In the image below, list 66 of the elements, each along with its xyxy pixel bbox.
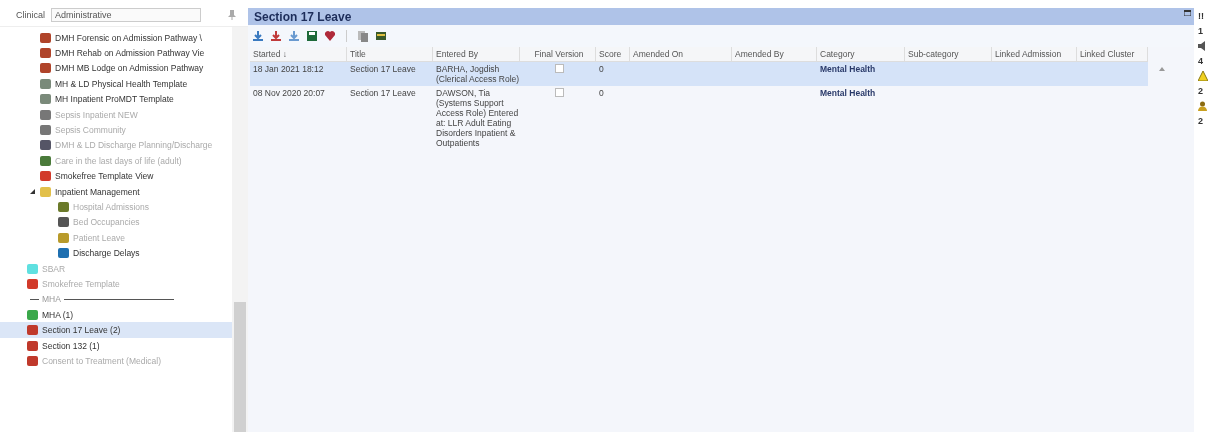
table-cell-text: DAWSON, Tia (Systems Support Access Role) Entered at: LLR Adult Eating Disorders Inpatient & Outpatients	[435, 88, 520, 148]
tree-item[interactable]: Smokefree Template View	[55, 171, 154, 182]
table-cell-text: Section 17 Leave	[349, 88, 417, 98]
tree-item-label: Consent to Treatment (Medical)	[42, 355, 162, 366]
alert-count: 2	[1198, 116, 1203, 126]
column-header[interactable]: Amended On	[630, 47, 732, 61]
expand-toggle-icon[interactable]	[30, 188, 36, 195]
table-cell-text: 08 Nov 2020 20:07	[252, 88, 326, 98]
table-cell-text: 0	[598, 64, 605, 74]
column-header[interactable]: Entered By	[433, 47, 520, 61]
column-header[interactable]: Title	[347, 47, 433, 61]
alert-count: 2	[1198, 86, 1203, 96]
column-header[interactable]: Linked Admission	[992, 47, 1077, 61]
column-header[interactable]: Linked Cluster	[1077, 47, 1148, 61]
tree-item[interactable]: Inpatient Management	[55, 186, 140, 197]
table-cell-text: 0	[598, 88, 605, 98]
tree-item-label: Smokefree Template	[42, 278, 120, 289]
column-header[interactable]: Amended By	[732, 47, 817, 61]
panel-title: Section 17 Leave	[254, 9, 352, 24]
table-row[interactable]: 18 Jan 2021 18:12 Section 17 Leave BARHA, Jogdish (Clerical Access Role) 0 Mental Health	[250, 62, 1148, 86]
tree-item[interactable]: MH Inpatient ProMDT Template	[55, 94, 174, 105]
column-header[interactable]: Category	[817, 47, 905, 61]
download-icon[interactable]	[288, 30, 300, 42]
tree-item-row[interactable]: Section 132 (1)	[0, 337, 232, 354]
table-row[interactable]: 08 Nov 2020 20:07 Section 17 Leave DAWSON, Tia (Systems Support Access Role) Entered at: LLR Adult Eating Disorders Inpatient & Outpatients 0 Mental Health	[250, 86, 1148, 150]
tab[interactable]: Clinical	[12, 8, 49, 22]
warning-icon[interactable]	[1198, 71, 1208, 81]
column-header[interactable]: Score	[596, 47, 630, 61]
person-icon[interactable]	[1198, 101, 1207, 111]
checkbox[interactable]	[555, 88, 564, 97]
save-icon[interactable]	[306, 30, 318, 42]
table-cell-text: Mental Health	[819, 64, 877, 74]
alert-count: 4	[1198, 56, 1203, 66]
tree-item-label: MHA (1)	[42, 309, 74, 320]
tree-item-row[interactable]: Section 17 Leave (2)	[0, 322, 232, 338]
tree-item[interactable]: DMH Forensic on Admission Pathway \	[55, 32, 202, 43]
tab[interactable]: Administrative	[51, 8, 201, 22]
tree-item-label: Section 132 (1)	[42, 340, 100, 351]
minimize-icon[interactable]	[1184, 10, 1191, 16]
alert-count: !!	[1198, 11, 1204, 21]
tree-item[interactable]: Discharge Delays	[73, 248, 140, 259]
tree-item-label: SBAR	[42, 263, 66, 274]
download-icon[interactable]	[270, 30, 282, 42]
tree-item[interactable]: DMH Rehab on Admission Pathway Vie	[55, 48, 205, 59]
pin-icon[interactable]	[228, 10, 236, 20]
column-header[interactable]: Started ↓	[250, 47, 347, 61]
table-cell-text: Section 17 Leave	[349, 64, 417, 74]
table-cell-text: BARHA, Jogdish (Clerical Access Role)	[435, 64, 520, 84]
table-cell-text: 18 Jan 2021 18:12	[252, 64, 325, 74]
table-cell-text: Mental Health	[819, 88, 877, 98]
heart-icon[interactable]	[324, 30, 336, 42]
tree-item-row[interactable]: MHA (1)	[0, 307, 232, 323]
table-icon[interactable]	[375, 30, 387, 42]
group-label: MHA	[42, 294, 61, 305]
tree-item[interactable]: MH & LD Physical Health Template	[55, 78, 188, 89]
tree-item[interactable]: DMH MB Lodge on Admission Pathway	[55, 63, 204, 74]
checkbox[interactable]	[555, 64, 564, 73]
scroll-up-icon[interactable]	[1159, 67, 1165, 71]
column-header[interactable]: Final Version	[520, 47, 596, 61]
alert-count: 1	[1198, 26, 1203, 36]
download-icon[interactable]	[252, 30, 264, 42]
column-header[interactable]: Sub-category	[905, 47, 992, 61]
speaker-icon[interactable]	[1198, 41, 1206, 51]
copy-icon[interactable]	[357, 30, 369, 42]
tree-item-label: Section 17 Leave (2)	[42, 325, 121, 336]
scrollbar[interactable]	[232, 27, 248, 432]
